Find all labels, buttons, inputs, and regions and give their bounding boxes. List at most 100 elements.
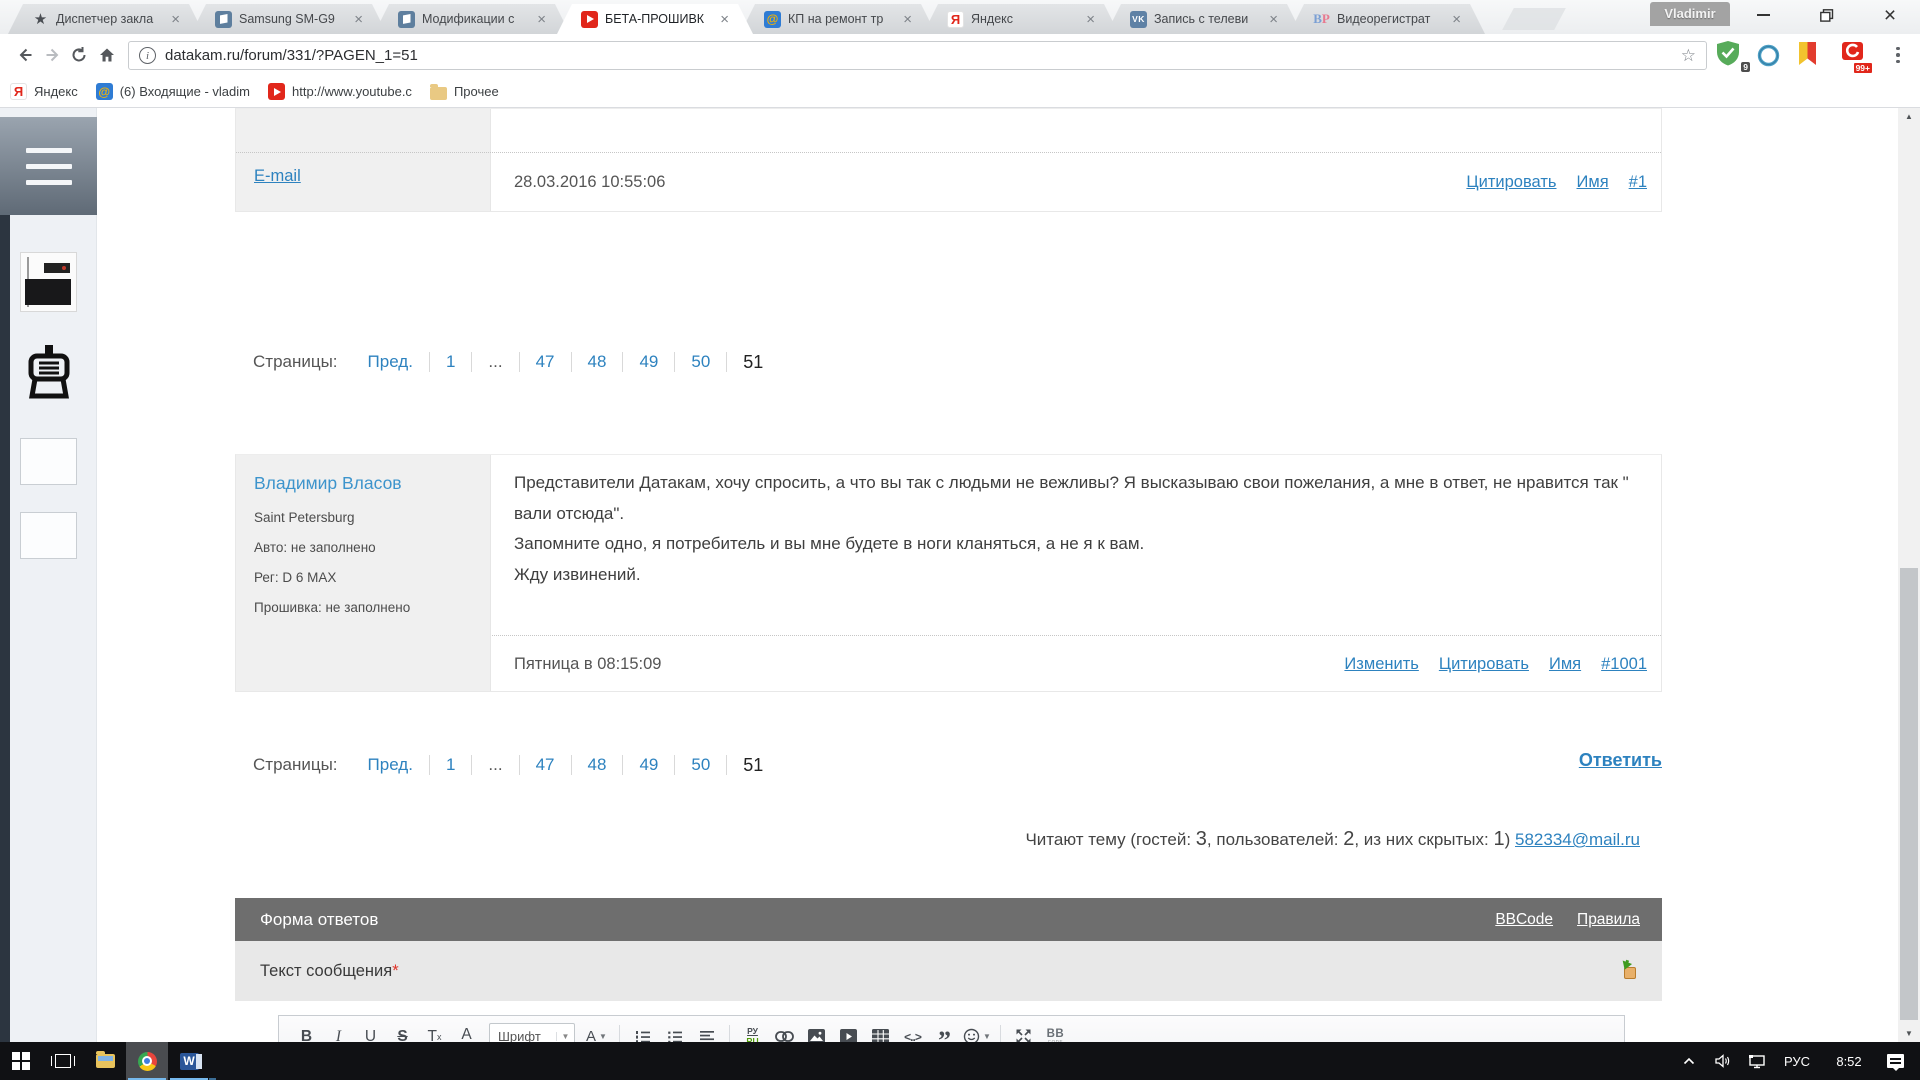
- device-glyph-icon[interactable]: [21, 345, 77, 402]
- pagination-page[interactable]: 48: [572, 352, 624, 372]
- product-photo-thumbnail[interactable]: [20, 252, 77, 312]
- address-bar[interactable]: i datakam.ru/forum/331/?PAGEN_1=51 ☆: [128, 41, 1707, 70]
- pagination-page[interactable]: 49: [623, 352, 675, 372]
- taskbar-clock[interactable]: 8:52: [1820, 1054, 1878, 1069]
- dotted-divider: [236, 152, 1661, 153]
- ring-extension-icon[interactable]: [1756, 43, 1786, 73]
- hamburger-menu-icon[interactable]: [0, 117, 97, 215]
- pagination-page[interactable]: 50: [675, 755, 727, 775]
- post-number-link[interactable]: #1: [1629, 173, 1647, 192]
- pagination-page[interactable]: 47: [520, 755, 572, 775]
- chrome-menu-icon[interactable]: [1889, 43, 1907, 67]
- tab-modifications[interactable]: Модификации с ×: [374, 4, 570, 34]
- tab-close-icon[interactable]: ×: [1452, 12, 1461, 27]
- author-car: Авто: не заполнено: [254, 533, 478, 563]
- name-link[interactable]: Имя: [1549, 655, 1581, 674]
- tab-close-icon[interactable]: ×: [537, 12, 546, 27]
- name-link[interactable]: Имя: [1577, 173, 1609, 192]
- tab-samsung[interactable]: Samsung SM-G9 ×: [191, 4, 387, 34]
- post-number-link[interactable]: #1001: [1601, 655, 1647, 674]
- desktop-screen: ★ Диспетчер закла × Samsung SM-G9 × Моди…: [0, 0, 1920, 1080]
- url-text[interactable]: datakam.ru/forum/331/?PAGEN_1=51: [165, 47, 1681, 64]
- file-explorer-button[interactable]: [84, 1042, 126, 1080]
- tab-close-icon[interactable]: ×: [171, 12, 180, 27]
- action-center-icon[interactable]: [1878, 1042, 1912, 1080]
- scroll-down-arrow[interactable]: ▼: [1898, 1025, 1920, 1042]
- pagination-page[interactable]: 1: [430, 755, 472, 775]
- forum-page: E-mail 28.03.2016 10:55:06 Цитировать Им…: [0, 108, 1920, 1042]
- tab-close-icon[interactable]: ×: [1269, 12, 1278, 27]
- author-profile-link[interactable]: Владимир Власов: [254, 473, 402, 494]
- start-button[interactable]: [0, 1042, 42, 1080]
- bookmark-folder-other[interactable]: Прочее: [430, 84, 499, 100]
- pagination-prev[interactable]: Пред.: [352, 755, 430, 775]
- chrome-taskbar-button[interactable]: [126, 1042, 168, 1080]
- author-location: Saint Petersburg: [254, 503, 478, 533]
- tab-videoregistrator[interactable]: ВР Видеорегистрат ×: [1289, 4, 1485, 34]
- tab-close-icon[interactable]: ×: [720, 12, 729, 27]
- tab-close-icon[interactable]: ×: [1086, 12, 1095, 27]
- home-icon[interactable]: [94, 42, 120, 68]
- tab-bookmark-manager[interactable]: ★ Диспетчер закла ×: [8, 4, 204, 34]
- page-info-icon[interactable]: i: [139, 47, 156, 64]
- bookmark-youtube[interactable]: http://www.youtube.c: [268, 83, 412, 100]
- new-tab-button[interactable]: [1502, 8, 1566, 30]
- tab-kp-remont[interactable]: @ КП на ремонт тр ×: [740, 4, 936, 34]
- counter-extension-icon[interactable]: 99+: [1840, 40, 1870, 70]
- pagination-page[interactable]: 47: [520, 352, 572, 372]
- pagination-current-page: 51: [727, 755, 779, 776]
- author-email-link[interactable]: E-mail: [254, 167, 301, 186]
- bookmark-yandex[interactable]: Я Яндекс: [10, 83, 78, 100]
- edit-link[interactable]: Изменить: [1344, 655, 1418, 674]
- reader-email-link[interactable]: 582334@mail.ru: [1515, 830, 1640, 849]
- thread-content: E-mail 28.03.2016 10:55:06 Цитировать Им…: [235, 108, 1662, 1042]
- reload-icon[interactable]: [66, 42, 92, 68]
- pagination-top: Страницы: Пред. 1 ... 47 48 49 50 51: [235, 347, 1662, 377]
- window-close-button[interactable]: ×: [1868, 0, 1912, 30]
- back-icon[interactable]: [12, 42, 38, 68]
- sidebar-placeholder-image[interactable]: [20, 438, 77, 485]
- forum-sidebar: [0, 108, 97, 1042]
- show-hidden-icons-chevron[interactable]: [1672, 1042, 1706, 1080]
- mailru-favicon: @: [96, 83, 113, 100]
- insert-file-icon[interactable]: [1619, 962, 1637, 980]
- network-icon[interactable]: [1740, 1042, 1774, 1080]
- page-scrollbar[interactable]: ▲ ▼: [1898, 108, 1920, 1042]
- quote-link[interactable]: Цитировать: [1439, 655, 1529, 674]
- rules-link[interactable]: Правила: [1577, 911, 1640, 929]
- window-minimize-button[interactable]: [1741, 0, 1785, 30]
- reply-button[interactable]: Ответить: [1579, 750, 1662, 771]
- quote-link[interactable]: Цитировать: [1466, 173, 1556, 192]
- tab-beta-firmware-active[interactable]: БЕТА-ПРОШИВК ×: [557, 4, 753, 34]
- post-partial: E-mail 28.03.2016 10:55:06 Цитировать Им…: [235, 108, 1662, 212]
- window-restore-button[interactable]: [1805, 0, 1849, 30]
- adblock-extension-icon[interactable]: 9: [1716, 40, 1746, 70]
- tab-vk-record[interactable]: VK Запись с телеви ×: [1106, 4, 1302, 34]
- tab-yandex[interactable]: Я Яндекс ×: [923, 4, 1119, 34]
- sidebar-placeholder-image[interactable]: [20, 512, 77, 559]
- pagination-page[interactable]: 1: [430, 352, 472, 372]
- pagination-page[interactable]: 50: [675, 352, 727, 372]
- bookmark-star-icon[interactable]: ☆: [1681, 46, 1696, 66]
- pagination-page[interactable]: 48: [572, 755, 624, 775]
- tab-close-icon[interactable]: ×: [354, 12, 363, 27]
- pagination-page[interactable]: 49: [623, 755, 675, 775]
- scroll-up-arrow[interactable]: ▲: [1898, 108, 1920, 125]
- tab-title: БЕТА-ПРОШИВК: [605, 12, 714, 26]
- volume-icon[interactable]: [1706, 1042, 1740, 1080]
- bookmark-flag-extension-icon[interactable]: [1799, 42, 1829, 72]
- pagination-prev[interactable]: Пред.: [352, 352, 430, 372]
- word-taskbar-button[interactable]: W: [168, 1042, 210, 1080]
- chrome-profile-badge[interactable]: Vladimir: [1650, 2, 1730, 26]
- language-indicator[interactable]: РУС: [1774, 1054, 1820, 1069]
- bbcode-link[interactable]: BBCode: [1495, 911, 1553, 929]
- tab-close-icon[interactable]: ×: [903, 12, 912, 27]
- pagination-label: Страницы:: [253, 352, 338, 372]
- browser-tabstrip: ★ Диспетчер закла × Samsung SM-G9 × Моди…: [0, 0, 1920, 34]
- thread-readers-line: Читают тему (гостей: 3, пользователей: 2…: [235, 828, 1662, 862]
- forward-icon[interactable]: [40, 42, 66, 68]
- task-view-button[interactable]: [42, 1042, 84, 1080]
- scrollbar-thumb[interactable]: [1900, 568, 1918, 1020]
- bookmark-mail-inbox[interactable]: @ (6) Входящие - vladim: [96, 83, 250, 100]
- pagination-ellipsis: ...: [472, 755, 519, 775]
